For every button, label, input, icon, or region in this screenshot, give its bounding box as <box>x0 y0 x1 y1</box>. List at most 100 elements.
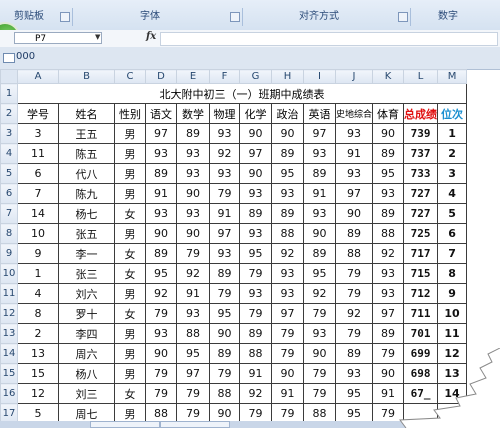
table-cell[interactable]: 91 <box>334 143 374 164</box>
table-cell[interactable]: 97 <box>334 183 374 204</box>
table-cell[interactable]: 93 <box>145 203 177 224</box>
table-cell[interactable]: 女 <box>114 203 146 224</box>
header-cell-rank[interactable]: 位次 <box>437 103 468 124</box>
workbook-title[interactable]: 000 <box>16 51 35 62</box>
table-cell[interactable]: 93 <box>271 263 304 284</box>
rank-cell[interactable]: 5 <box>437 203 468 224</box>
table-cell[interactable]: 91 <box>209 203 240 224</box>
total-score-cell[interactable]: 727 <box>403 203 439 224</box>
table-cell[interactable]: 89 <box>145 243 177 264</box>
total-score-cell[interactable]: 739 <box>403 123 439 144</box>
row-header[interactable]: 16 <box>0 383 18 404</box>
table-cell[interactable]: 女 <box>114 303 146 324</box>
table-cell[interactable]: 93 <box>176 303 210 324</box>
table-cell[interactable]: 89 <box>145 163 177 184</box>
row-header[interactable]: 1 <box>0 83 18 104</box>
total-score-cell[interactable]: 737 <box>403 143 439 164</box>
table-cell[interactable]: 男 <box>114 283 146 304</box>
row-header[interactable]: 5 <box>0 163 18 184</box>
header-cell[interactable]: 物理 <box>209 103 240 124</box>
table-cell[interactable]: 97 <box>303 123 336 144</box>
table-cell[interactable]: 97 <box>239 143 272 164</box>
table-cell[interactable]: 93 <box>176 143 210 164</box>
table-cell[interactable]: 79 <box>176 383 210 404</box>
column-header[interactable]: G <box>239 69 272 84</box>
row-header[interactable]: 15 <box>0 363 18 384</box>
column-header[interactable]: L <box>403 69 439 84</box>
row-header[interactable]: 7 <box>0 203 18 224</box>
table-cell[interactable]: 李一 <box>58 243 115 264</box>
table-cell[interactable]: 89 <box>271 203 304 224</box>
table-cell[interactable]: 罗十 <box>58 303 115 324</box>
header-cell[interactable]: 学号 <box>17 103 59 124</box>
table-cell[interactable]: 男 <box>114 363 146 384</box>
header-cell[interactable]: 性别 <box>114 103 146 124</box>
table-cell[interactable]: 92 <box>145 283 177 304</box>
rank-cell[interactable]: 6 <box>437 223 468 244</box>
rank-cell[interactable]: 11 <box>437 323 468 344</box>
table-cell[interactable]: 79 <box>209 183 240 204</box>
table-cell[interactable]: 李四 <box>58 323 115 344</box>
table-cell[interactable]: 93 <box>145 143 177 164</box>
table-cell[interactable]: 88 <box>372 223 405 244</box>
column-header[interactable]: H <box>271 69 304 84</box>
table-cell[interactable]: 91 <box>271 383 304 404</box>
table-cell[interactable]: 92 <box>271 243 304 264</box>
total-score-cell[interactable]: 725 <box>403 223 439 244</box>
row-header[interactable]: 6 <box>0 183 18 204</box>
table-cell[interactable]: 89 <box>303 163 336 184</box>
total-score-cell[interactable]: 711 <box>403 303 439 324</box>
table-cell[interactable]: 93 <box>145 323 177 344</box>
row-header[interactable]: 4 <box>0 143 18 164</box>
table-cell[interactable]: 79 <box>334 283 374 304</box>
row-header[interactable]: 14 <box>0 343 18 364</box>
table-cell[interactable]: 90 <box>176 223 210 244</box>
row-header[interactable]: 13 <box>0 323 18 344</box>
table-cell[interactable]: 89 <box>176 123 210 144</box>
table-cell[interactable]: 79 <box>145 363 177 384</box>
table-cell[interactable]: 90 <box>271 363 304 384</box>
table-cell[interactable]: 95 <box>271 163 304 184</box>
table-cell[interactable]: 95 <box>239 243 272 264</box>
table-cell[interactable]: 90 <box>334 203 374 224</box>
table-cell[interactable]: 8 <box>17 303 59 324</box>
column-header[interactable]: A <box>17 69 59 84</box>
table-cell[interactable]: 1 <box>17 263 59 284</box>
table-cell[interactable]: 79 <box>303 363 336 384</box>
table-cell[interactable]: 93 <box>271 183 304 204</box>
table-cell[interactable]: 93 <box>303 323 336 344</box>
table-cell[interactable]: 张五 <box>58 223 115 244</box>
header-cell[interactable]: 政治 <box>271 103 304 124</box>
table-cell[interactable]: 代八 <box>58 163 115 184</box>
header-cell-total[interactable]: 总成绩 <box>403 103 439 124</box>
name-box[interactable]: P7 <box>14 32 102 44</box>
table-cell[interactable]: 93 <box>303 143 336 164</box>
table-cell[interactable]: 90 <box>372 123 405 144</box>
table-cell[interactable]: 89 <box>209 263 240 284</box>
total-score-cell[interactable]: 715 <box>403 263 439 284</box>
table-cell[interactable]: 88 <box>334 243 374 264</box>
table-cell[interactable]: 93 <box>209 243 240 264</box>
header-cell[interactable]: 体育 <box>372 103 405 124</box>
table-cell[interactable]: 4 <box>17 283 59 304</box>
table-cell[interactable]: 90 <box>239 123 272 144</box>
rank-cell[interactable]: 7 <box>437 243 468 264</box>
select-all-corner[interactable] <box>0 69 18 84</box>
column-header[interactable]: J <box>334 69 374 84</box>
table-cell[interactable]: 79 <box>334 263 374 284</box>
table-cell[interactable]: 男 <box>114 143 146 164</box>
table-cell[interactable]: 89 <box>239 203 272 224</box>
table-cell[interactable]: 89 <box>372 143 405 164</box>
table-cell[interactable]: 男 <box>114 343 146 364</box>
total-score-cell[interactable]: 717 <box>403 243 439 264</box>
column-header[interactable]: C <box>114 69 146 84</box>
table-cell[interactable]: 95 <box>372 163 405 184</box>
table-cell[interactable]: 93 <box>372 263 405 284</box>
header-cell[interactable]: 姓名 <box>58 103 115 124</box>
table-cell[interactable]: 2 <box>17 323 59 344</box>
table-cell[interactable]: 79 <box>239 263 272 284</box>
table-cell[interactable]: 89 <box>334 223 374 244</box>
total-score-cell[interactable]: 733 <box>403 163 439 184</box>
table-cell[interactable]: 张三 <box>58 263 115 284</box>
table-cell[interactable]: 89 <box>372 323 405 344</box>
